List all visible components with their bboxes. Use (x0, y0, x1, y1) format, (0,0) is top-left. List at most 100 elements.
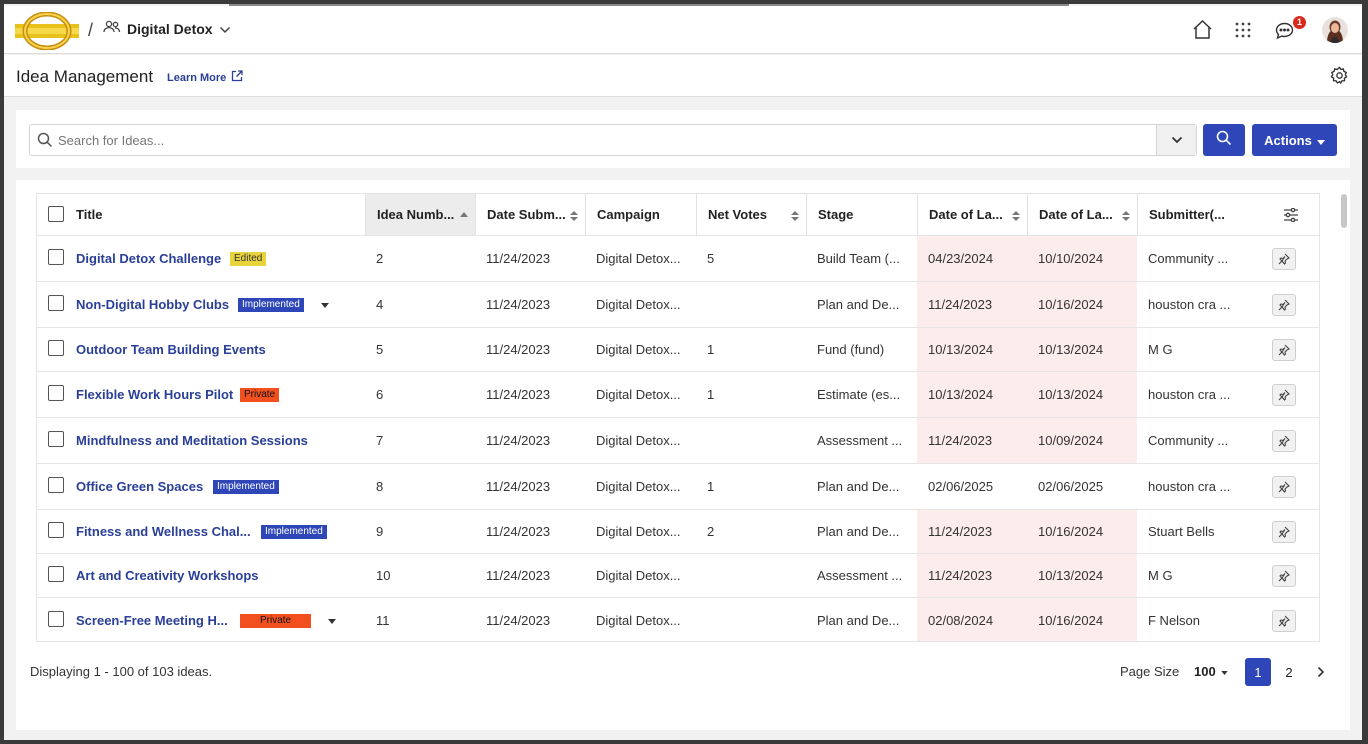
stage-cell: Plan and De... (817, 297, 900, 312)
caret-down-icon[interactable] (328, 616, 336, 626)
pin-icon[interactable] (1272, 610, 1296, 632)
apps-grid-icon[interactable] (1235, 22, 1251, 43)
row-checkbox[interactable] (48, 385, 64, 401)
submitter-cell: F Nelson (1148, 613, 1201, 628)
select-all-checkbox[interactable] (48, 206, 64, 222)
page-button-2[interactable]: 2 (1276, 658, 1302, 686)
date-last-2-cell: 10/13/2024 (1027, 328, 1137, 371)
pin-icon[interactable] (1272, 248, 1296, 270)
table-scrollbar[interactable] (1341, 194, 1347, 228)
column-header-campaign[interactable]: Campaign (585, 194, 696, 235)
date-last-1-cell: 11/24/2023 (917, 418, 1027, 463)
date-submitted-cell: 11/24/2023 (486, 568, 551, 583)
page-size-select[interactable]: 100 (1194, 664, 1229, 679)
column-header-submitter[interactable]: Submitter(... (1137, 194, 1257, 235)
row-checkbox[interactable] (48, 566, 64, 582)
search-button[interactable] (1203, 124, 1245, 156)
chevron-right-icon[interactable] (1308, 658, 1334, 686)
table-row[interactable]: Office Green Spaces Implemented 8 11/24/202… (37, 464, 1319, 510)
home-icon[interactable] (1192, 19, 1213, 45)
table-row[interactable]: Digital Detox Challenge Edited 2 11/24/2023… (37, 236, 1319, 282)
idea-title-link[interactable]: Non-Digital Hobby Clubs (76, 297, 229, 312)
column-header-title[interactable]: Title (37, 194, 365, 235)
column-header-stage[interactable]: Stage (806, 194, 917, 235)
notification-badge: 1 (1293, 16, 1306, 29)
column-header-net-votes[interactable]: Net Votes (696, 194, 806, 235)
net-votes-cell: 1 (707, 342, 715, 357)
stage-cell: Assessment ... (817, 568, 903, 583)
row-checkbox[interactable] (48, 522, 64, 538)
row-checkbox[interactable] (48, 340, 64, 356)
workspace-switcher[interactable]: Digital Detox (103, 20, 231, 37)
row-checkbox[interactable] (48, 249, 64, 265)
search-input[interactable] (58, 125, 1158, 155)
submitter-cell: houston cra ... (1148, 387, 1231, 402)
date-submitted-cell: 11/24/2023 (486, 251, 551, 266)
pin-icon[interactable] (1272, 476, 1296, 498)
idea-number-cell: 9 (376, 524, 384, 539)
date-last-2-cell: 10/13/2024 (1027, 372, 1137, 417)
campaign-cell: Digital Detox... (596, 568, 681, 583)
idea-title-link[interactable]: Art and Creativity Workshops (76, 568, 259, 583)
search-icon (1216, 130, 1232, 151)
idea-number-cell: 2 (376, 251, 384, 266)
column-settings-icon[interactable] (1272, 194, 1312, 235)
idea-title-link[interactable]: Digital Detox Challenge (76, 251, 221, 266)
date-submitted-cell: 11/24/2023 (486, 342, 551, 357)
search-panel: Actions (16, 110, 1350, 168)
submitter-cell: M G (1148, 568, 1173, 583)
idea-title-link[interactable]: Fitness and Wellness Chal... (76, 524, 251, 539)
table-row[interactable]: Screen-Free Meeting H... Private 11 11/24/2… (37, 598, 1319, 641)
idea-title-link[interactable]: Screen-Free Meeting H... (76, 613, 228, 628)
logo[interactable] (15, 11, 79, 51)
table-row[interactable]: Flexible Work Hours Pilot Private 6 11/24/2… (37, 372, 1319, 418)
table-row[interactable]: Non-Digital Hobby Clubs Implemented 4 11/24… (37, 282, 1319, 328)
campaign-cell: Digital Detox... (596, 297, 681, 312)
date-submitted-cell: 11/24/2023 (486, 524, 551, 539)
search-box (29, 124, 1197, 156)
idea-number-cell: 7 (376, 433, 384, 448)
date-last-2-cell: 02/06/2025 (1038, 479, 1104, 494)
actions-button[interactable]: Actions (1252, 124, 1337, 156)
date-last-2-cell: 10/16/2024 (1027, 598, 1137, 641)
learn-more-link[interactable]: Learn More (167, 70, 243, 85)
table-row[interactable]: Mindfulness and Meditation Sessions 7 11/2… (37, 418, 1319, 464)
column-header-idea-number[interactable]: Idea Numb... (365, 194, 475, 235)
date-last-1-cell: 10/13/2024 (917, 328, 1027, 371)
idea-title-link[interactable]: Outdoor Team Building Events (76, 342, 266, 357)
idea-title-link[interactable]: Flexible Work Hours Pilot (76, 387, 233, 402)
column-header-date-last-1[interactable]: Date of La... (917, 194, 1027, 235)
pin-icon[interactable] (1272, 521, 1296, 543)
date-last-1-cell: 11/24/2023 (917, 282, 1027, 327)
row-checkbox[interactable] (48, 431, 64, 447)
idea-title-link[interactable]: Mindfulness and Meditation Sessions (76, 433, 308, 448)
column-header-date-submitted[interactable]: Date Subm... (475, 194, 585, 235)
idea-title-link[interactable]: Office Green Spaces (76, 479, 203, 494)
gear-icon[interactable] (1330, 66, 1349, 90)
caret-down-icon[interactable] (321, 300, 329, 310)
pin-icon[interactable] (1272, 565, 1296, 587)
table-row[interactable]: Art and Creativity Workshops 10 11/24/2023… (37, 554, 1319, 598)
table-row[interactable]: Fitness and Wellness Chal... Implemented 9… (37, 510, 1319, 554)
row-checkbox[interactable] (48, 611, 64, 627)
search-filter-dropdown[interactable] (1156, 125, 1196, 155)
date-submitted-cell: 11/24/2023 (486, 479, 551, 494)
table-header-row: Title Idea Numb... Date Subm... Campaign… (37, 194, 1319, 236)
idea-number-cell: 10 (376, 568, 391, 583)
column-label: Idea Numb... (377, 207, 455, 222)
pin-icon[interactable] (1272, 294, 1296, 316)
pin-icon[interactable] (1272, 384, 1296, 406)
pin-icon[interactable] (1272, 430, 1296, 452)
column-label: Title (76, 207, 103, 222)
chat-icon[interactable] (1275, 22, 1294, 45)
date-last-2-cell: 10/10/2024 (1027, 236, 1137, 281)
avatar[interactable] (1322, 17, 1348, 43)
column-header-date-last-2[interactable]: Date of La... (1027, 194, 1137, 235)
table-row[interactable]: Outdoor Team Building Events 5 11/24/2023 D… (37, 328, 1319, 372)
row-checkbox[interactable] (48, 295, 64, 311)
title-cell: Fitness and Wellness Chal... Implemented (37, 510, 365, 553)
page-button-1[interactable]: 1 (1245, 658, 1271, 686)
pin-icon[interactable] (1272, 339, 1296, 361)
row-checkbox[interactable] (48, 477, 64, 493)
status-badge: Private (240, 387, 280, 402)
